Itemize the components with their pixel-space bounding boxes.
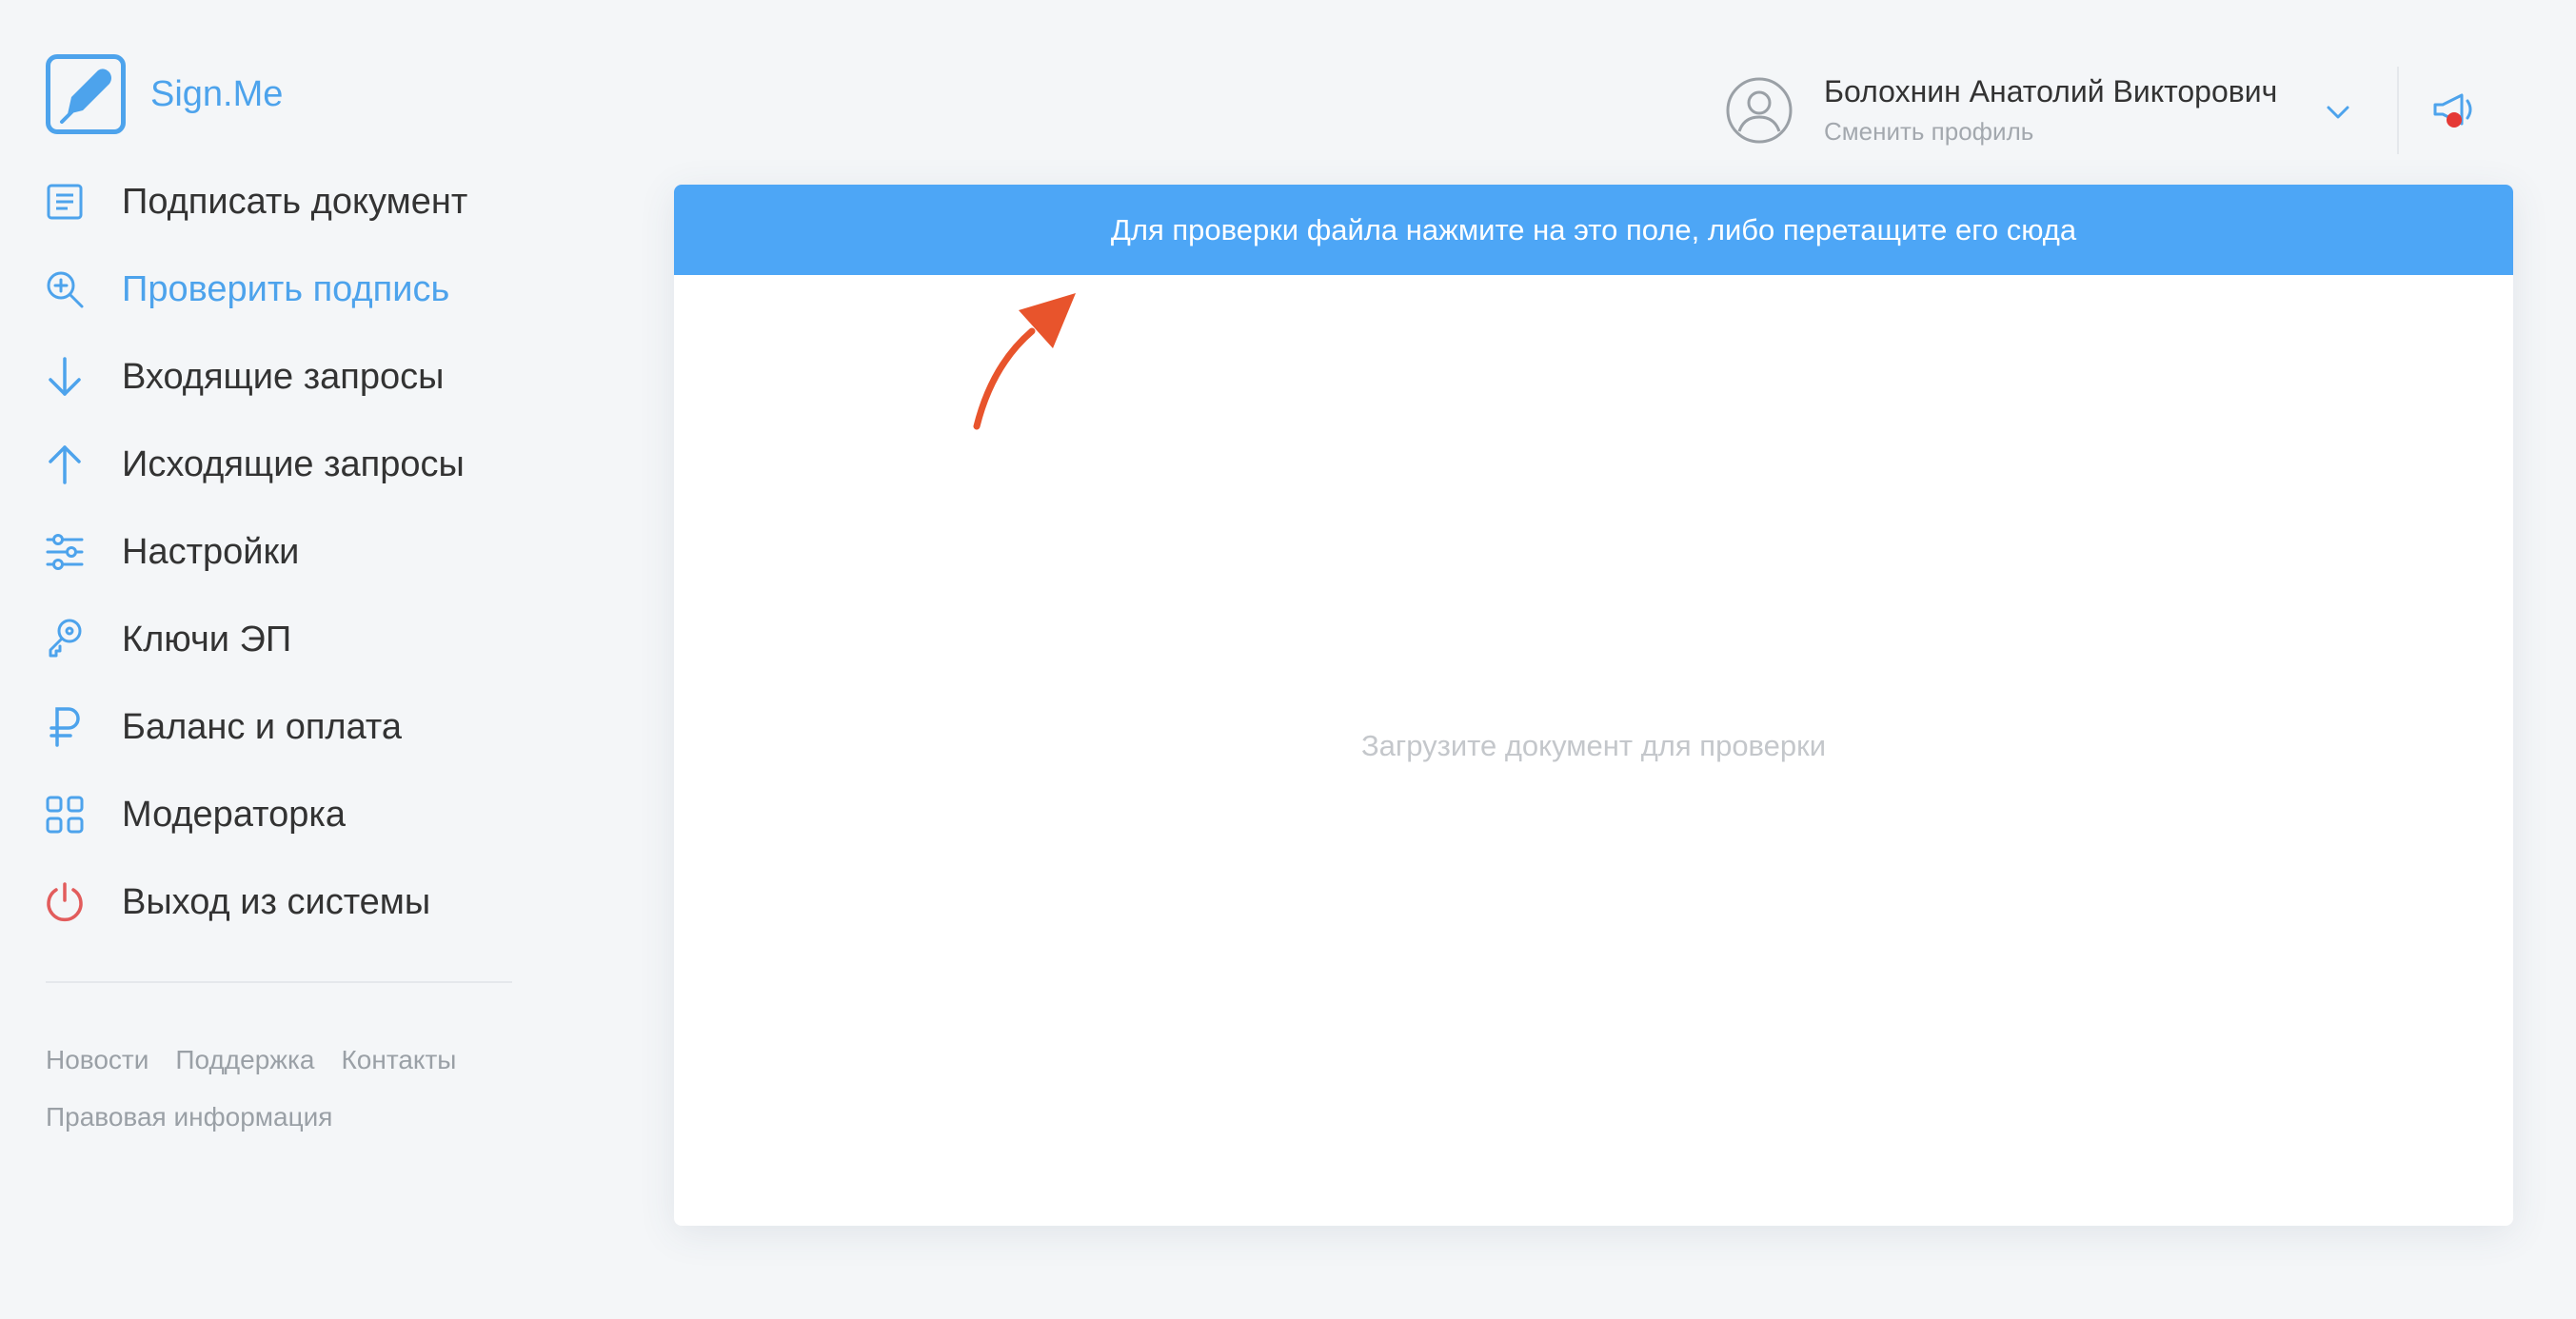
sidebar-item-incoming-requests[interactable]: Входящие запросы	[44, 333, 520, 421]
sidebar-item-label: Подписать документ	[122, 181, 468, 222]
sidebar-item-label: Модераторка	[122, 794, 346, 835]
sidebar-item-label: Выход из системы	[122, 881, 431, 922]
sidebar-item-label: Баланс и оплата	[122, 706, 402, 747]
sidebar-item-outgoing-requests[interactable]: Исходящие запросы	[44, 421, 520, 508]
sidebar-item-label: Исходящие запросы	[122, 443, 465, 484]
key-icon	[44, 619, 86, 660]
search-check-icon	[44, 268, 86, 310]
arrow-down-icon	[44, 356, 86, 398]
sidebar-footer-links: Новости Поддержка Контакты Правовая инфо…	[46, 1032, 541, 1146]
ruble-icon	[44, 706, 86, 748]
sidebar-item-logout[interactable]: Выход из системы	[44, 858, 520, 946]
header-divider	[2397, 67, 2399, 154]
document-icon	[44, 181, 86, 223]
arrow-up-icon	[44, 443, 86, 485]
sidebar-item-settings[interactable]: Настройки	[44, 508, 520, 596]
sidebar-item-label: Настройки	[122, 531, 300, 572]
sliders-icon	[44, 531, 86, 573]
grid-icon	[44, 794, 86, 836]
sidebar-item-verify-signature[interactable]: Проверить подпись	[44, 246, 520, 333]
footer-link-news[interactable]: Новости	[46, 1045, 149, 1075]
switch-profile-link[interactable]: Сменить профиль	[1824, 117, 2277, 147]
sidebar-item-ep-keys[interactable]: Ключи ЭП	[44, 596, 520, 683]
sidebar-nav: Подписать документ Проверить подпись Вхо…	[44, 158, 520, 946]
footer-link-legal[interactable]: Правовая информация	[46, 1102, 332, 1132]
empty-state-text: Загрузите документ для проверки	[1360, 729, 1827, 762]
chevron-down-icon[interactable]	[2323, 97, 2353, 128]
file-upload-dropzone[interactable]: Для проверки файла нажмите на это поле, …	[674, 185, 2513, 275]
pen-logo-icon	[46, 54, 126, 134]
app-logo[interactable]: Sign.Me	[46, 54, 283, 134]
sidebar-item-label: Ключи ЭП	[122, 619, 292, 660]
sidebar-item-label: Входящие запросы	[122, 356, 445, 397]
user-name: Болохнин Анатолий Викторович	[1824, 74, 2278, 108]
profile-menu[interactable]: Болохнин Анатолий Викторович Сменить про…	[1725, 74, 2277, 147]
verify-panel: Для проверки файла нажмите на это поле, …	[674, 185, 2513, 1226]
sidebar-item-balance[interactable]: Баланс и оплата	[44, 683, 520, 771]
annotation-arrow-icon	[971, 289, 1085, 432]
sidebar-item-sign-document[interactable]: Подписать документ	[44, 158, 520, 246]
app-name: Sign.Me	[150, 73, 284, 114]
avatar-icon	[1725, 76, 1793, 145]
sidebar-item-moderation[interactable]: Модераторка	[44, 771, 520, 858]
notifications-megaphone-icon[interactable]	[2429, 88, 2479, 133]
sidebar-divider	[46, 981, 512, 983]
power-icon	[44, 881, 86, 923]
footer-link-contacts[interactable]: Контакты	[341, 1045, 456, 1075]
footer-link-support[interactable]: Поддержка	[175, 1045, 314, 1075]
sidebar-item-label: Проверить подпись	[122, 268, 450, 309]
